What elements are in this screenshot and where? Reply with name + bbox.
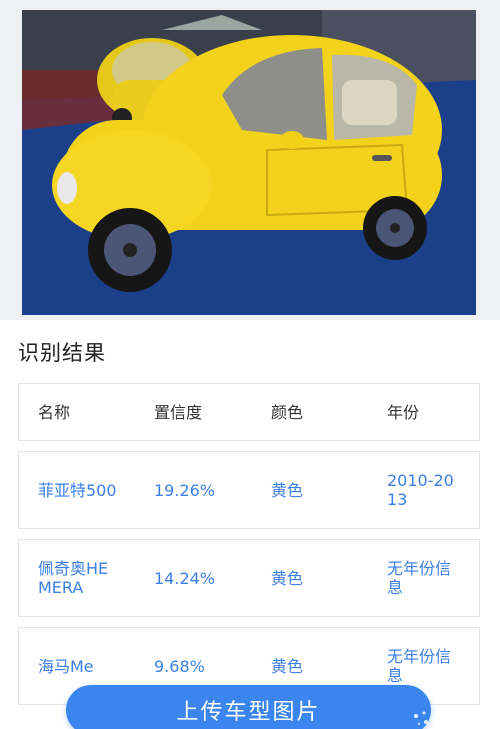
results-table: 名称 置信度 颜色 年份 菲亚特500 19.26% 黄色 2010-2013 …: [18, 383, 480, 715]
header-year: 年份: [387, 402, 420, 422]
row-confidence: 14.24%: [154, 568, 216, 588]
row-color: 黄色: [271, 568, 304, 588]
row-name: 佩奇奥HEMERA: [38, 559, 109, 597]
row-name: 菲亚特500: [38, 480, 117, 500]
header-confidence: 置信度: [154, 402, 203, 422]
table-row[interactable]: 菲亚特500 19.26% 黄色 2010-2013: [18, 451, 480, 529]
header-name: 名称: [38, 402, 71, 422]
car-photo[interactable]: [22, 10, 476, 315]
row-confidence: 19.26%: [154, 480, 216, 500]
sparkle-icon: [414, 711, 428, 726]
row-color: 黄色: [271, 480, 304, 500]
row-year: 无年份信息: [387, 559, 452, 597]
photo-area: [0, 0, 500, 320]
car-photo-illustration: [22, 10, 476, 315]
upload-car-image-button[interactable]: 上传车型图片: [66, 685, 431, 729]
header-color: 颜色: [271, 402, 304, 422]
app-page: 识别结果 名称 置信度 颜色 年份 菲亚特500 19.26% 黄色 2010-…: [0, 0, 500, 729]
table-row[interactable]: 佩奇奥HEMERA 14.24% 黄色 无年份信息: [18, 539, 480, 617]
result-title: 识别结果: [18, 341, 106, 365]
row-year: 2010-2013: [387, 471, 454, 509]
table-header: 名称 置信度 颜色 年份: [18, 383, 480, 441]
